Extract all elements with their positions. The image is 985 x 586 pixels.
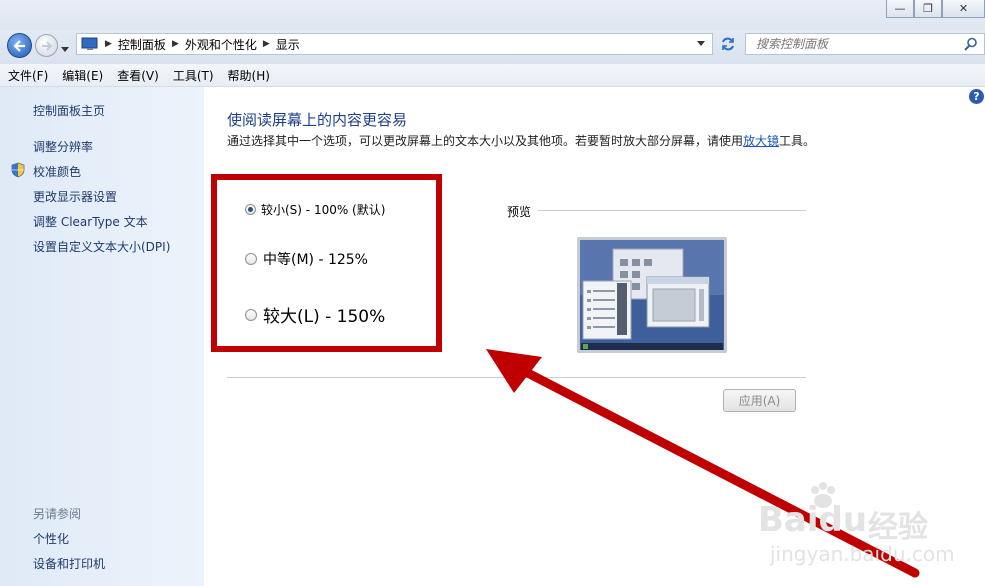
search-box[interactable] xyxy=(745,33,985,55)
preview-label: 预览 xyxy=(507,205,532,219)
sidebar-item-home[interactable]: 控制面板主页 xyxy=(33,102,105,119)
breadcrumb-appearance[interactable]: 外观和个性化 xyxy=(185,36,257,53)
crumb-arrow-icon: ▶ xyxy=(262,39,270,49)
minimize-button[interactable]: — xyxy=(886,0,914,18)
watermark-cn: 经验 xyxy=(868,510,928,545)
menu-file[interactable]: 文件(F) xyxy=(0,67,54,84)
watermark-url: jingyan.baidu.com xyxy=(770,542,955,566)
address-bar[interactable]: ▶ 控制面板 ▶ 外观和个性化 ▶ 显示 xyxy=(76,33,713,55)
menu-edit[interactable]: 编辑(E) xyxy=(54,67,109,84)
sidebar-item-calibrate-color[interactable]: 校准颜色 xyxy=(33,163,81,180)
menu-help[interactable]: 帮助(H) xyxy=(220,67,276,84)
description-text-end: 工具。 xyxy=(779,134,816,148)
help-icon: ? xyxy=(973,90,980,103)
close-icon: ✕ xyxy=(958,2,969,15)
shield-icon xyxy=(11,162,25,178)
restore-icon: ❐ xyxy=(923,2,933,15)
search-input[interactable] xyxy=(754,36,958,52)
menu-tools[interactable]: 工具(T) xyxy=(165,67,220,84)
sidebar-item-display-settings[interactable]: 更改显示器设置 xyxy=(33,188,117,205)
close-button[interactable]: ✕ xyxy=(942,0,985,18)
back-button[interactable] xyxy=(7,33,32,58)
see-also-heading: 另请参阅 xyxy=(33,507,82,521)
sidebar xyxy=(0,87,204,586)
sidebar-item-cleartype[interactable]: 调整 ClearType 文本 xyxy=(33,213,148,230)
sidebar-item-devices-printers[interactable]: 设备和打印机 xyxy=(33,555,105,572)
page-title: 使阅读屏幕上的内容更容易 xyxy=(227,111,408,129)
forward-arrow-icon xyxy=(41,40,52,51)
annotation-box xyxy=(211,174,442,352)
refresh-icon xyxy=(722,37,734,51)
menu-view[interactable]: 查看(V) xyxy=(109,67,165,84)
chevron-down-icon xyxy=(61,47,69,52)
recent-pages-dropdown[interactable] xyxy=(61,42,69,56)
menu-bar: 文件(F) 编辑(E) 查看(V) 工具(T) 帮助(H) xyxy=(0,64,985,87)
forward-button[interactable] xyxy=(35,34,58,57)
refresh-button[interactable] xyxy=(715,33,741,55)
sidebar-item-resolution[interactable]: 调整分辨率 xyxy=(33,138,93,155)
page-description: 通过选择其中一个选项，可以更改屏幕上的文本大小以及其他项。若要暂时放大部分屏幕，… xyxy=(227,133,817,150)
crumb-arrow-icon: ▶ xyxy=(105,39,112,49)
preview-divider xyxy=(538,210,806,211)
breadcrumb-display[interactable]: 显示 xyxy=(276,36,300,53)
search-icon[interactable] xyxy=(964,37,978,51)
control-panel-icon xyxy=(81,37,98,50)
description-text: 通过选择其中一个选项，可以更改屏幕上的文本大小以及其他项。若要暂时放大部分屏幕，… xyxy=(227,134,744,148)
title-bar xyxy=(0,0,985,30)
sidebar-item-custom-dpi[interactable]: 设置自定义文本大小(DPI) xyxy=(33,238,170,255)
crumb-arrow-icon: ▶ xyxy=(171,39,179,49)
watermark-brand: Baidu xyxy=(758,500,868,540)
back-arrow-icon xyxy=(12,39,25,52)
minimize-icon: — xyxy=(894,2,906,15)
address-dropdown-icon[interactable] xyxy=(697,41,705,47)
breadcrumb-control-panel[interactable]: 控制面板 xyxy=(118,36,166,53)
restore-button[interactable]: ❐ xyxy=(914,0,942,18)
magnifier-link[interactable]: 放大镜 xyxy=(743,134,779,148)
sidebar-item-personalization[interactable]: 个性化 xyxy=(33,530,69,547)
help-button[interactable]: ? xyxy=(969,89,984,104)
